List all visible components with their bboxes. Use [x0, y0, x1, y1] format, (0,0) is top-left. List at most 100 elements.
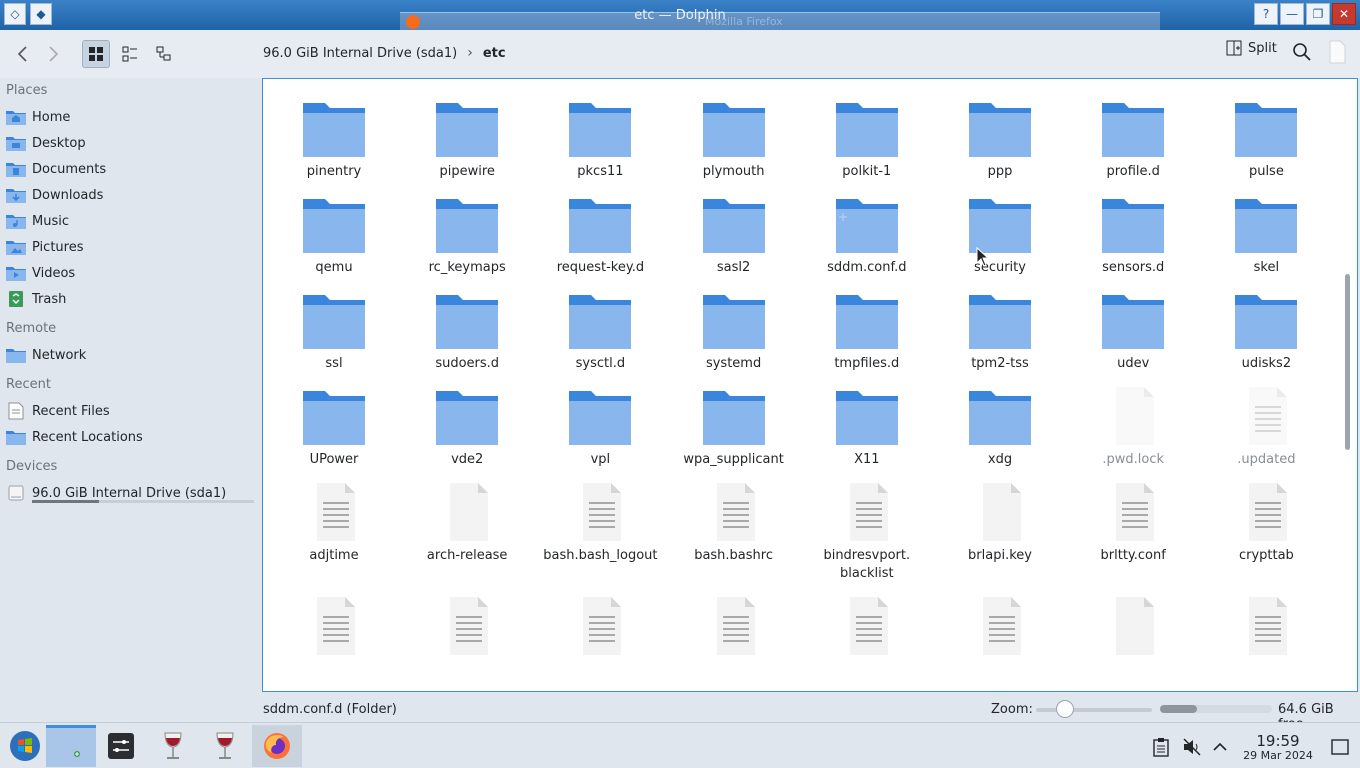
file-item[interactable] — [535, 595, 665, 657]
home-folder-icon — [6, 108, 26, 126]
forward-button[interactable] — [38, 39, 68, 69]
file-item[interactable] — [935, 595, 1065, 657]
folder-item[interactable]: pkcs11 — [535, 97, 665, 181]
sidebar-item-recent-files[interactable]: Recent Files — [0, 398, 262, 424]
sidebar-item-music[interactable]: Music — [0, 208, 262, 234]
vertical-scrollbar[interactable] — [1345, 274, 1350, 450]
sidebar-item-desktop[interactable]: Desktop — [0, 130, 262, 156]
file-name-label: pipewire — [439, 164, 495, 179]
folder-item[interactable]: systemd — [669, 289, 799, 373]
maximize-button[interactable]: ❐ — [1306, 3, 1330, 25]
file-name-label: wpa_supplicant — [683, 452, 784, 467]
folder-item[interactable]: vpl — [535, 385, 665, 469]
sidebar-item-trash[interactable]: Trash — [0, 286, 262, 312]
folder-item[interactable]: vde2 — [402, 385, 532, 469]
help-button[interactable]: ? — [1254, 3, 1278, 25]
compact-view-button[interactable] — [116, 40, 144, 68]
split-button[interactable]: Split — [1226, 40, 1277, 56]
file-item[interactable] — [402, 595, 532, 657]
folder-item[interactable]: udev — [1068, 289, 1198, 373]
window-menu-button[interactable]: ◇ — [4, 3, 26, 25]
icons-view-button[interactable] — [82, 40, 110, 68]
sidebar-item-network[interactable]: Network — [0, 342, 262, 368]
music-folder-icon — [6, 212, 26, 230]
file-item[interactable] — [669, 595, 799, 657]
file-item[interactable]: arch-release — [402, 481, 532, 565]
file-item[interactable]: crypttab — [1201, 481, 1331, 565]
folder-item[interactable]: pipewire — [402, 97, 532, 181]
folder-item[interactable]: sddm.conf.d — [802, 193, 932, 277]
taskbar-wine-2[interactable] — [200, 725, 250, 767]
folder-item[interactable]: sensors.d — [1068, 193, 1198, 277]
folder-item[interactable]: tpm2-tss — [935, 289, 1065, 373]
breadcrumb-separator-icon: › — [467, 45, 473, 61]
folder-item[interactable]: ssl — [269, 289, 399, 373]
taskbar-system-settings[interactable] — [96, 725, 146, 767]
folder-item[interactable]: xdg — [935, 385, 1065, 469]
file-item[interactable]: bash.bashrc — [669, 481, 799, 565]
desktop-pager-button[interactable] — [46, 725, 96, 767]
taskbar-firefox[interactable] — [252, 725, 302, 767]
zoom-slider-handle[interactable] — [1056, 700, 1074, 718]
close-button[interactable]: ✕ — [1332, 3, 1356, 25]
file-item[interactable] — [1068, 595, 1198, 657]
folder-item[interactable]: profile.d — [1068, 97, 1198, 181]
file-item[interactable]: bash.bash_logout — [535, 481, 665, 565]
file-item[interactable]: .pwd.lock — [1068, 385, 1198, 469]
folder-item[interactable]: sysctl.d — [535, 289, 665, 373]
sidebar-item-recent-locations[interactable]: Recent Locations — [0, 424, 262, 450]
sidebar-item-downloads[interactable]: Downloads — [0, 182, 262, 208]
zoom-slider-track[interactable] — [1036, 708, 1152, 712]
file-item[interactable] — [269, 595, 399, 657]
clipboard-tray-button[interactable] — [1152, 737, 1172, 757]
breadcrumb-current[interactable]: etc — [483, 46, 506, 61]
folder-item[interactable]: security — [935, 193, 1065, 277]
volume-tray-button[interactable] — [1182, 737, 1202, 757]
file-item[interactable]: .updated — [1201, 385, 1331, 469]
folder-item[interactable]: sudoers.d — [402, 289, 532, 373]
folder-item[interactable]: X11 — [802, 385, 932, 469]
folder-item[interactable]: skel — [1201, 193, 1331, 277]
sidebar-item-pictures[interactable]: Pictures — [0, 234, 262, 260]
hamburger-menu-button[interactable] — [1328, 40, 1348, 66]
sidebar-item-videos[interactable]: Videos — [0, 260, 262, 286]
taskbar-wine-1[interactable] — [148, 725, 198, 767]
folder-item[interactable]: wpa_supplicant — [669, 385, 799, 469]
folder-item[interactable]: plymouth — [669, 97, 799, 181]
folder-item[interactable]: ppp — [935, 97, 1065, 181]
folder-item[interactable]: pulse — [1201, 97, 1331, 181]
folder-item[interactable]: pinentry — [269, 97, 399, 181]
text-file-icon — [834, 481, 900, 543]
folder-icon — [301, 193, 367, 255]
show-desktop-button[interactable] — [1330, 737, 1350, 757]
file-item[interactable]: brlapi.key — [935, 481, 1065, 565]
file-item[interactable]: bindresvport. blacklist — [802, 481, 932, 583]
folder-item[interactable]: request-key.d — [535, 193, 665, 277]
tray-expand-button[interactable] — [1210, 737, 1230, 757]
file-item[interactable]: adjtime — [269, 481, 399, 565]
folder-item[interactable]: UPower — [269, 385, 399, 469]
sidebar-item-home[interactable]: Home — [0, 104, 262, 130]
folder-item[interactable]: sasl2 — [669, 193, 799, 277]
sidebar-item-documents[interactable]: Documents — [0, 156, 262, 182]
search-button[interactable] — [1292, 42, 1314, 64]
folder-item[interactable]: udisks2 — [1201, 289, 1331, 373]
clock[interactable]: 19:59 29 Mar 2024 — [1230, 733, 1326, 762]
zoom-label: Zoom: — [991, 702, 1033, 717]
details-view-button[interactable] — [150, 40, 178, 68]
back-button[interactable] — [8, 39, 38, 69]
sidebar-item-label: Music — [32, 213, 69, 229]
keep-above-button[interactable]: ◆ — [30, 3, 52, 25]
system-settings-icon — [108, 733, 134, 759]
folder-item[interactable]: tmpfiles.d — [802, 289, 932, 373]
folder-item[interactable]: rc_keymaps — [402, 193, 532, 277]
breadcrumb-drive[interactable]: 96.0 GiB Internal Drive (sda1) — [263, 46, 457, 61]
folder-item[interactable]: polkit-1 — [802, 97, 932, 181]
file-view-pane[interactable]: ndctlndctl.conf.dNetworkManageropenldapo… — [262, 78, 1358, 692]
file-item[interactable] — [1201, 595, 1331, 657]
file-item[interactable] — [802, 595, 932, 657]
folder-item[interactable]: qemu — [269, 193, 399, 277]
start-menu-button[interactable] — [0, 725, 50, 767]
minimize-button[interactable]: — — [1280, 3, 1304, 25]
file-item[interactable]: brltty.conf — [1068, 481, 1198, 565]
